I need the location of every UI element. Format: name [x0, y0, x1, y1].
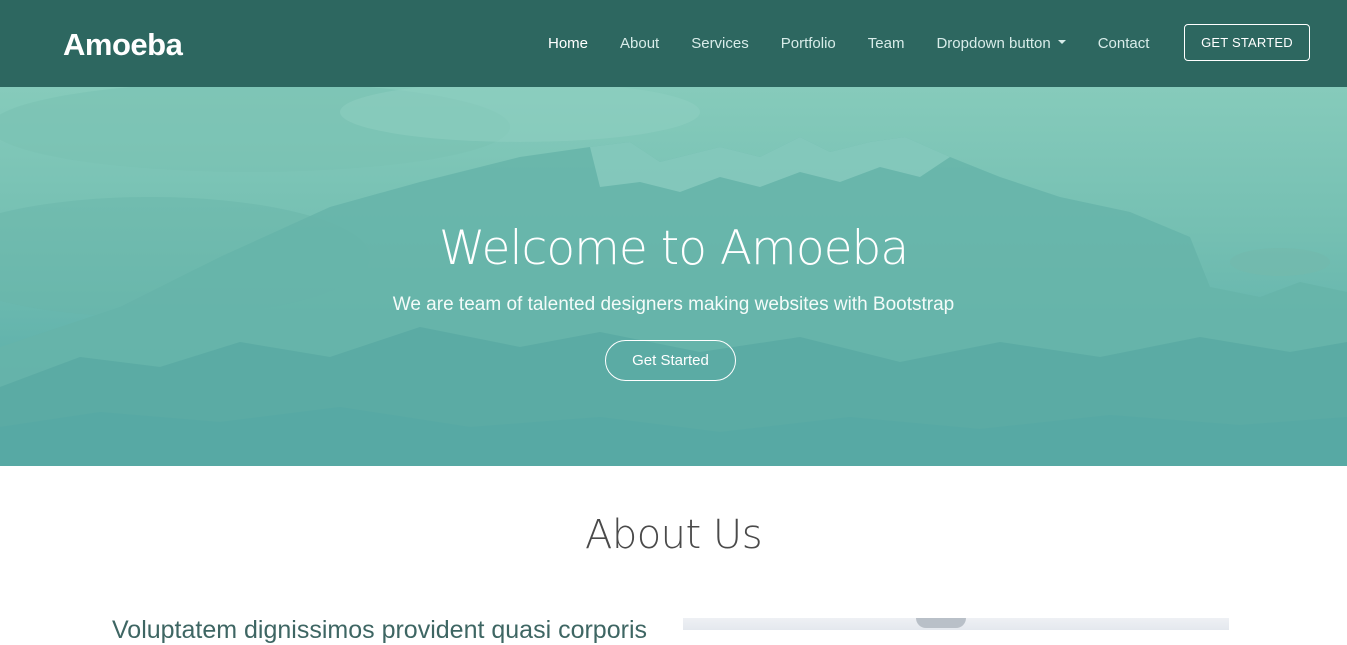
- nav-portfolio[interactable]: Portfolio: [765, 35, 852, 52]
- hero-subtitle: We are team of talented designers making…: [392, 294, 955, 315]
- nav-dropdown-label: Dropdown button: [936, 35, 1051, 52]
- about-lead-heading: Voluptatem dignissimos provident quasi c…: [112, 616, 647, 644]
- caret-down-icon: [1057, 40, 1066, 45]
- hero-section: Welcome to Amoeba We are team of talente…: [0, 87, 1347, 466]
- lamp-shape: [916, 618, 966, 628]
- nav-contact[interactable]: Contact: [1082, 35, 1166, 52]
- mountain-background-image: [0, 87, 1347, 466]
- get-started-nav-button[interactable]: GET STARTED: [1184, 24, 1310, 61]
- about-title: About Us: [584, 512, 763, 558]
- nav-dropdown[interactable]: Dropdown button: [920, 35, 1081, 52]
- hero-title: Welcome to Amoeba: [438, 221, 909, 276]
- nav-home[interactable]: Home: [532, 35, 604, 52]
- main-nav: Home About Services Portfolio Team Dropd…: [532, 0, 1165, 87]
- nav-about[interactable]: About: [604, 35, 675, 52]
- navbar: Amoeba Home About Services Portfolio Tea…: [0, 0, 1347, 87]
- nav-team[interactable]: Team: [852, 35, 921, 52]
- get-started-hero-button[interactable]: Get Started: [605, 340, 736, 381]
- about-image: [683, 618, 1229, 630]
- brand-logo[interactable]: Amoeba: [63, 27, 183, 63]
- nav-services[interactable]: Services: [675, 35, 765, 52]
